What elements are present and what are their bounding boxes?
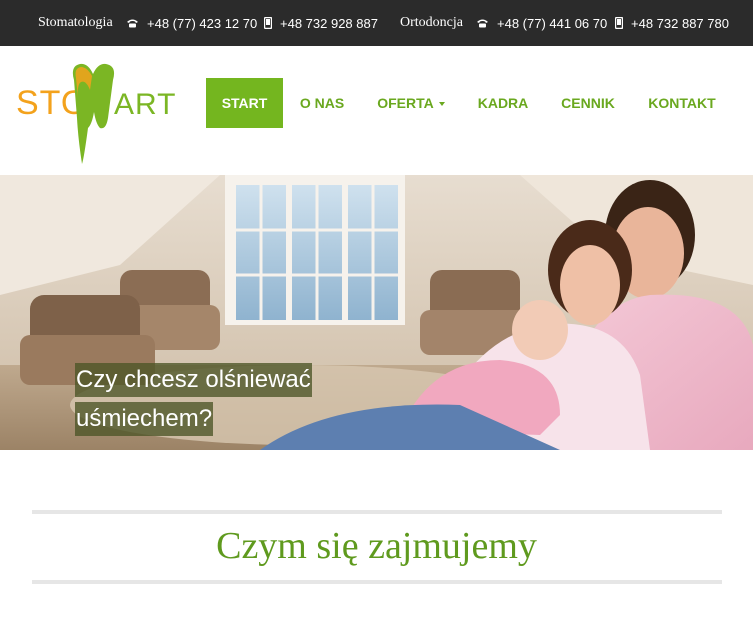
stomatologia-phone-link[interactable]: +48 (77) 423 12 70	[126, 0, 257, 46]
stomatologia-mobile: +48 732 928 887	[280, 15, 378, 31]
chevron-down-icon	[438, 102, 445, 106]
nav-o-nas[interactable]: O NAS	[289, 78, 355, 128]
nav-kadra[interactable]: KADRA	[469, 78, 537, 128]
hero-caption-line-2: uśmiechem?	[75, 402, 214, 436]
ortodoncja-phone: +48 (77) 441 06 70	[497, 15, 608, 31]
ortodoncja-group: Ortodoncja	[400, 0, 463, 46]
stomatologia-label: Stomatologia	[38, 15, 113, 30]
svg-text:ART: ART	[114, 88, 176, 121]
site-header: STO ART START O NAS OFERTA KADRA CENNIK …	[0, 46, 753, 176]
stomatologia-mobile-link[interactable]: +48 732 928 887	[264, 0, 378, 46]
top-contact-bar: Stomatologia +48 (77) 423 12 70 +48 732 …	[0, 0, 753, 46]
nav-kontakt[interactable]: KONTAKT	[640, 78, 724, 128]
nav-start[interactable]: START	[206, 78, 283, 128]
nav-kontakt-label: KONTAKT	[648, 95, 716, 111]
nav-o-nas-label: O NAS	[299, 95, 345, 111]
nav-oferta-label: OFERTA	[377, 95, 434, 111]
stomart-logo[interactable]: STO ART	[14, 58, 180, 166]
ortodoncja-mobile-link[interactable]: +48 732 887 780	[615, 0, 729, 46]
mobile-icon	[615, 17, 623, 29]
ortodoncja-phone-link[interactable]: +48 (77) 441 06 70	[476, 0, 607, 46]
phone-icon	[476, 18, 489, 28]
nav-start-label: START	[221, 95, 268, 111]
hero-caption-line-1: Czy chcesz olśniewać	[75, 363, 312, 397]
section-bottom-divider	[32, 580, 722, 584]
stomatologia-group: Stomatologia	[38, 0, 113, 46]
nav-cennik-label: CENNIK	[561, 95, 615, 111]
ortodoncja-mobile: +48 732 887 780	[631, 15, 729, 31]
stomatologia-phone: +48 (77) 423 12 70	[147, 15, 258, 31]
nav-kadra-label: KADRA	[477, 95, 529, 111]
mobile-icon	[264, 17, 272, 29]
section-top-divider	[32, 510, 722, 514]
nav-oferta[interactable]: OFERTA	[368, 78, 454, 128]
phone-icon	[126, 18, 139, 28]
section-title: Czym się zajmujemy	[216, 525, 537, 567]
nav-cennik[interactable]: CENNIK	[552, 78, 624, 128]
ortodoncja-label: Ortodoncja	[400, 15, 463, 30]
